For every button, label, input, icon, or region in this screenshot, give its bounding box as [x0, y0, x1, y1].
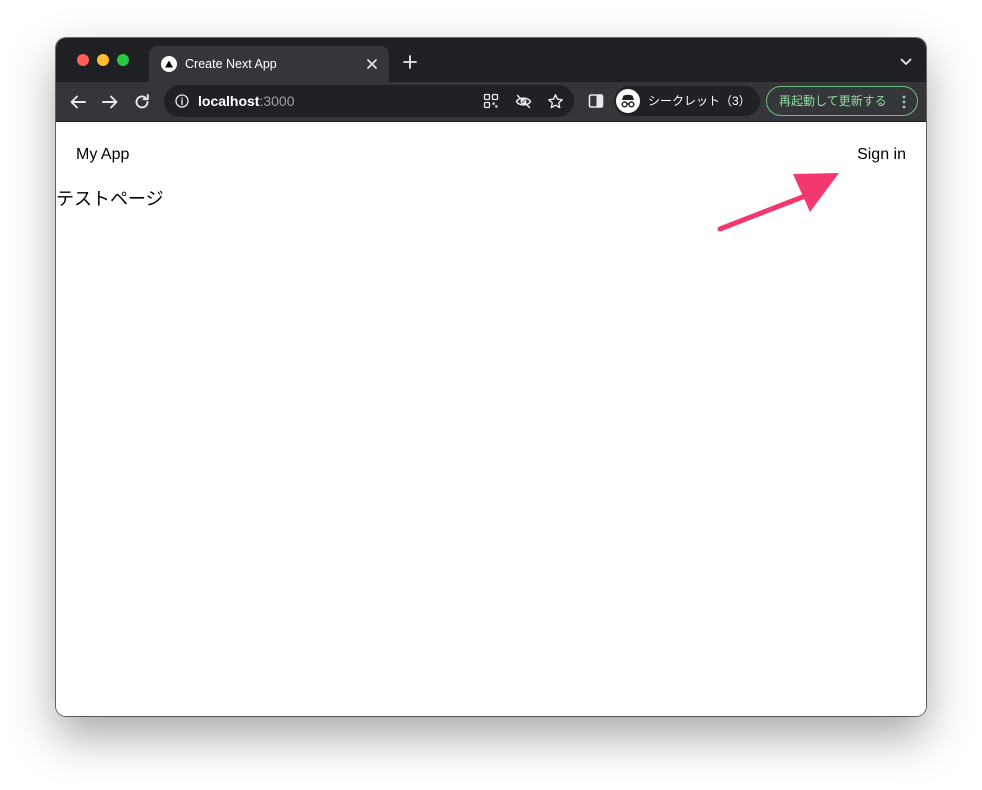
incognito-profile-button[interactable]: シークレット（3）	[614, 86, 760, 116]
chevron-down-icon[interactable]	[898, 54, 914, 70]
browser-toolbar: localhost:3000 シークレット（3） 再起動して更新する	[56, 82, 926, 122]
more-vertical-icon[interactable]	[897, 93, 911, 111]
annotation-arrow-icon	[717, 173, 839, 232]
incognito-icon	[616, 89, 640, 113]
address-bar[interactable]: localhost:3000	[164, 85, 574, 117]
reload-icon[interactable]	[131, 91, 153, 113]
page-heading: テストページ	[56, 189, 164, 210]
info-icon[interactable]	[174, 93, 190, 109]
nextjs-triangle-icon	[161, 56, 177, 72]
url-text: localhost:3000	[198, 93, 295, 109]
eye-off-icon[interactable]	[514, 92, 532, 110]
arrow-left-icon[interactable]	[67, 91, 89, 113]
zoom-window-button[interactable]	[117, 54, 129, 66]
url-host: localhost	[198, 93, 260, 109]
star-icon[interactable]	[546, 92, 564, 110]
tab-strip: Create Next App	[56, 38, 926, 82]
qr-code-icon[interactable]	[482, 92, 500, 110]
incognito-label: シークレット（3）	[648, 94, 751, 108]
minimize-window-button[interactable]	[97, 54, 109, 66]
relaunch-to-update-button[interactable]: 再起動して更新する	[766, 86, 918, 116]
close-window-button[interactable]	[77, 54, 89, 66]
url-port: :3000	[259, 93, 295, 109]
close-icon[interactable]	[363, 55, 381, 73]
page-content: My App Sign in テストページ	[56, 123, 926, 716]
plus-icon[interactable]	[400, 52, 420, 72]
active-tab[interactable]: Create Next App	[149, 46, 389, 82]
arrow-right-icon[interactable]	[99, 91, 121, 113]
side-panel-icon[interactable]	[586, 91, 606, 111]
browser-window: Create Next App localhost:3000 シークレット（3）…	[56, 38, 926, 716]
tab-title: Create Next App	[185, 57, 277, 71]
app-brand-link[interactable]: My App	[76, 145, 129, 165]
signin-link[interactable]: Sign in	[857, 145, 906, 165]
relaunch-label: 再起動して更新する	[779, 94, 887, 108]
